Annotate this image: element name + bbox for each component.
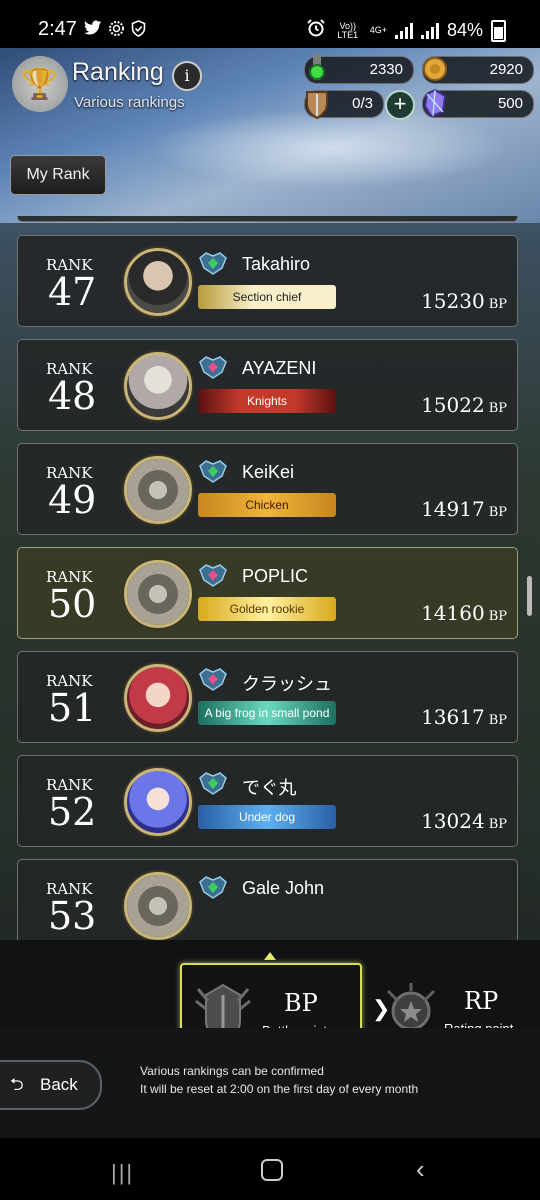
battle-points: 14160 BP bbox=[421, 601, 507, 625]
tier-badge-icon bbox=[198, 354, 228, 380]
battery-percent: 84% bbox=[446, 20, 483, 40]
my-rank-button[interactable]: My Rank bbox=[10, 155, 106, 195]
avatar bbox=[124, 664, 192, 732]
gem-icon bbox=[419, 86, 451, 120]
recent-apps-icon[interactable]: ||| bbox=[111, 1160, 134, 1186]
notice-line: It will be reset at 2:00 on the first da… bbox=[140, 1082, 419, 1096]
player-name: クラッシュ bbox=[242, 674, 332, 694]
twitter-icon bbox=[84, 20, 102, 42]
battle-points: 13024 BP bbox=[421, 809, 507, 833]
page-title: Ranking bbox=[72, 58, 164, 86]
player-name: Gale John bbox=[242, 878, 325, 898]
rank-number: 52 bbox=[48, 790, 97, 834]
nav-back-icon[interactable]: ‹ bbox=[416, 1154, 425, 1185]
stamina-counter: 2330 bbox=[304, 54, 414, 84]
player-title-badge: Under dog bbox=[198, 805, 336, 829]
player-title-badge: Chicken bbox=[198, 493, 336, 517]
signal-icon bbox=[420, 22, 439, 39]
battle-points: 13617 BP bbox=[421, 705, 507, 729]
gem-counter: 500 bbox=[422, 88, 534, 118]
tier-badge-icon bbox=[198, 250, 228, 276]
avatar bbox=[124, 248, 192, 316]
player-name: KeiKei bbox=[242, 462, 295, 482]
info-button[interactable]: i bbox=[172, 61, 202, 91]
rank-number: 53 bbox=[48, 894, 97, 938]
player-title-badge: Golden rookie bbox=[198, 597, 336, 621]
battle-points: 14917 BP bbox=[421, 497, 507, 521]
ticket-shield-icon bbox=[301, 86, 333, 120]
ranking-row[interactable]: RANK 48 AYAZENI Knights 15022 BP bbox=[17, 339, 518, 431]
gold-coin-icon bbox=[419, 52, 451, 86]
player-name: POPLIC bbox=[242, 566, 309, 586]
page-subtitle: Various rankings bbox=[74, 94, 185, 111]
gold-counter: 2920 bbox=[422, 56, 534, 84]
rank-number: 51 bbox=[48, 686, 97, 730]
battle-points: 15230 BP bbox=[421, 289, 507, 313]
notice-line: Various rankings can be confirmed bbox=[140, 1064, 324, 1078]
rank-number: 50 bbox=[48, 582, 97, 626]
battery-icon bbox=[491, 19, 506, 42]
avatar bbox=[124, 352, 192, 420]
ranking-row[interactable]: RANK 53 Gale John bbox=[17, 859, 518, 940]
avatar bbox=[124, 560, 192, 628]
tier-badge-icon bbox=[198, 874, 228, 900]
footer-bar: ⮌ Back Various rankings can be confirmed… bbox=[0, 1028, 540, 1138]
ranking-row[interactable]: RANK 47 Takahiro Section chief 15230 BP bbox=[17, 235, 518, 327]
list-scrollbar[interactable] bbox=[527, 576, 532, 616]
android-nav-bar: ||| ‹ bbox=[0, 1138, 540, 1200]
avatar bbox=[124, 456, 192, 524]
rank-number: 47 bbox=[48, 270, 97, 314]
gear-icon bbox=[108, 20, 125, 42]
signal-icon bbox=[394, 22, 413, 39]
tier-badge-icon bbox=[198, 562, 228, 588]
alarm-icon bbox=[306, 18, 326, 43]
tier-badge-icon bbox=[198, 458, 228, 484]
tier-badge-icon bbox=[198, 770, 228, 796]
avatar bbox=[124, 768, 192, 836]
status-time: 2:47 bbox=[38, 18, 77, 40]
volte-indicator: Vo)) LTE1 bbox=[337, 20, 359, 40]
rank-number: 48 bbox=[48, 374, 97, 418]
avatar bbox=[124, 872, 192, 940]
trophy-icon: 🏆 bbox=[12, 56, 68, 112]
tier-badge-icon bbox=[198, 666, 228, 692]
home-icon[interactable] bbox=[261, 1159, 283, 1181]
network-indicator: 4G+ bbox=[369, 25, 387, 35]
player-name: Takahiro bbox=[242, 254, 311, 274]
shield-check-icon bbox=[131, 20, 146, 42]
list-item bbox=[17, 216, 518, 222]
back-button[interactable]: ⮌ Back bbox=[0, 1060, 102, 1110]
player-title-badge: A big frog in small pond bbox=[198, 701, 336, 725]
stamina-icon bbox=[301, 52, 333, 86]
ranking-row[interactable]: RANK 49 KeiKei Chicken 14917 BP bbox=[17, 443, 518, 535]
player-title-badge: Knights bbox=[198, 389, 336, 413]
player-name: AYAZENI bbox=[242, 358, 317, 378]
add-ticket-button[interactable]: + bbox=[385, 90, 415, 120]
game-screen: 🏆 Ranking i Various rankings 2330 2920 0… bbox=[0, 48, 540, 1138]
ranking-row[interactable]: RANK 52 でぐ丸 Under dog 13024 BP bbox=[17, 755, 518, 847]
battle-points: 15022 BP bbox=[421, 393, 507, 417]
back-arrow-icon: ⮌ bbox=[10, 1075, 24, 1094]
ranking-row[interactable]: RANK 50 POPLIC Golden rookie 14160 BP bbox=[17, 547, 518, 639]
ranking-row[interactable]: RANK 51 クラッシュ A big frog in small pond 13617… bbox=[17, 651, 518, 743]
tab-pointer-icon bbox=[264, 952, 276, 960]
rank-number: 49 bbox=[48, 478, 97, 522]
player-title-badge: Section chief bbox=[198, 285, 336, 309]
ranking-list[interactable]: RANK 47 Takahiro Section chief 15230 BP RANK 4… bbox=[0, 216, 540, 940]
player-name: でぐ丸 bbox=[242, 778, 297, 798]
ticket-counter: 0/3 bbox=[304, 90, 384, 120]
